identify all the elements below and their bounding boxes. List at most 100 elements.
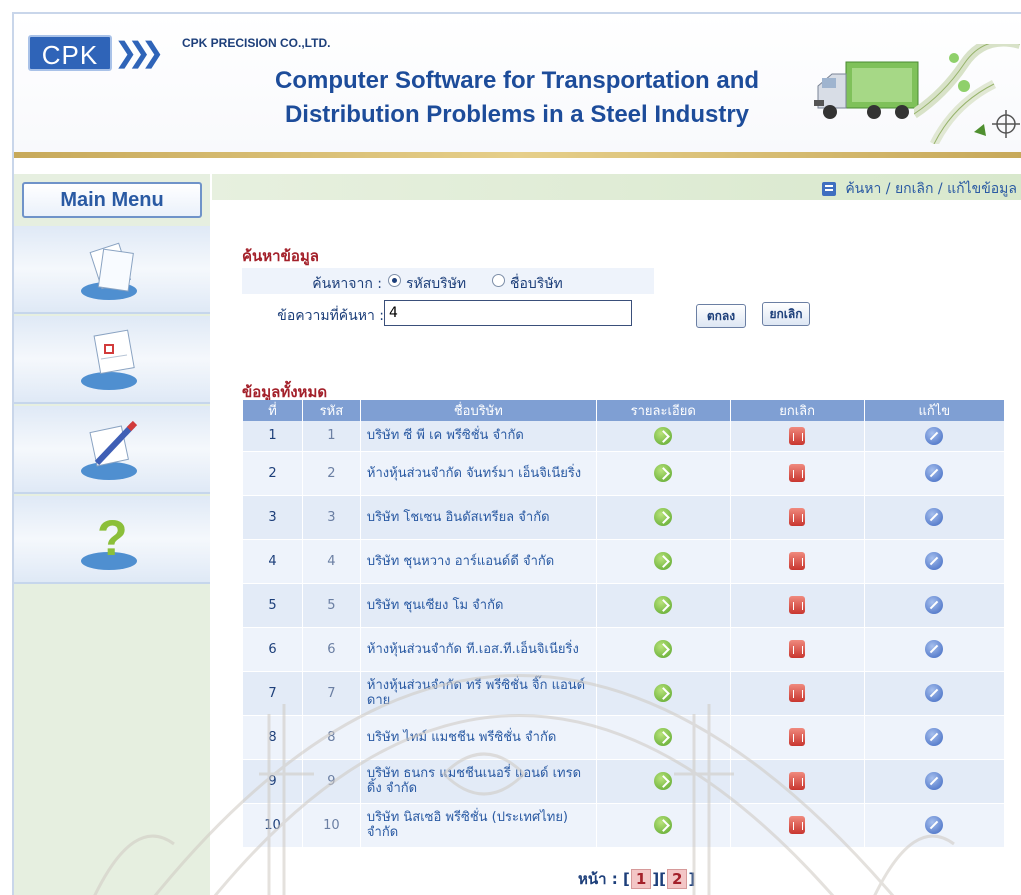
delete-trash-icon[interactable] (789, 426, 806, 445)
table-row: 9 9 บริษัท ธนกร แมชชีนเนอรี่ แอนด์ เทรดด… (242, 759, 1004, 804)
header-banner: CPK ❯❯❯ CPK PRECISION CO.,LTD. Computer … (14, 14, 1021, 152)
delete-trash-icon[interactable] (789, 772, 806, 790)
details-arrow-icon[interactable] (654, 464, 673, 482)
cell-code: 1 (301, 421, 361, 452)
main-content: ค้นหา / ยกเลิก / แก้ไขข้อมูล ค้นหาข้อมูล… (212, 174, 1021, 895)
cell-code: 7 (301, 671, 361, 716)
cell-company-name: บริษัท ไทม์ แมชชีน พรีซิชั่น จำกัด (359, 715, 597, 760)
delete-trash-icon[interactable] (789, 552, 806, 570)
radio-company-code-label[interactable]: รหัสบริษัท (406, 273, 466, 295)
table-row: 4 4 บริษัท ชุนหวาง อาร์แอนด์ดี จำกัด (242, 539, 1004, 584)
search-query-label: ข้อความที่ค้นหา : (277, 308, 384, 324)
edit-pencil-icon[interactable] (925, 772, 944, 790)
delete-trash-icon[interactable] (789, 684, 806, 702)
page-icon (822, 182, 837, 196)
edit-pencil-icon[interactable] (925, 640, 944, 658)
details-arrow-icon[interactable] (654, 552, 673, 570)
company-table: ที่ รหัส ชื่อบริษัท รายละเอียด ยกเลิก แก… (242, 400, 1004, 848)
delete-trash-icon[interactable] (789, 728, 806, 746)
edit-pencil-icon[interactable] (925, 508, 944, 526)
edit-pencil-icon[interactable] (925, 426, 944, 445)
radio-company-name-label[interactable]: ชื่อบริษัท (510, 273, 563, 295)
calendar-icon (81, 329, 137, 390)
delete-trash-icon[interactable] (789, 464, 806, 482)
search-input[interactable] (384, 300, 632, 326)
details-arrow-icon[interactable] (654, 596, 673, 614)
breadcrumb-bar: ค้นหา / ยกเลิก / แก้ไขข้อมูล (212, 174, 1021, 200)
table-row: 8 8 บริษัท ไทม์ แมชชีน พรีซิชั่น จำกัด (242, 715, 1004, 760)
edit-pencil-icon[interactable] (925, 684, 944, 702)
header-divider (14, 152, 1021, 158)
radio-company-code[interactable] (388, 274, 401, 287)
edit-pencil-icon[interactable] (925, 728, 944, 746)
truck-icon (814, 61, 919, 119)
page-link-2[interactable]: 2 (667, 869, 688, 889)
map-compass-icon (914, 44, 1020, 144)
cpk-logo: CPK (28, 35, 112, 71)
cell-company-name: บริษัท ซี พี เค พรีซิชั่น จำกัด (359, 421, 597, 452)
table-row: 10 10 บริษัท นิสเซอิ พรีซิชั่น (ประเทศไท… (242, 803, 1004, 848)
pagination: หน้า : [1][2] (578, 869, 696, 889)
details-arrow-icon[interactable] (654, 728, 673, 746)
sidebar: Main Menu ? (14, 174, 210, 895)
details-arrow-icon[interactable] (654, 816, 673, 834)
cancel-button[interactable]: ยกเลิก (762, 302, 810, 326)
sidebar-item-search[interactable] (14, 226, 210, 314)
table-row: 2 2 ห้างหุ้นส่วนจำกัด จันทร์มา เอ็นจิเนี… (242, 451, 1004, 496)
cell-code: 6 (301, 627, 361, 672)
search-from-row: ค้นหาจาก : รหัสบริษัท ชื่อบริษัท (242, 268, 654, 294)
pencil-edit-icon (81, 420, 138, 480)
cell-company-name: บริษัท ชุนหวาง อาร์แอนด์ดี จำกัด (359, 539, 597, 584)
header-edit: แก้ไข (863, 400, 1004, 421)
cell-code: 2 (301, 451, 361, 496)
help-icon: ? (81, 510, 137, 570)
sidebar-item-edit[interactable] (14, 406, 210, 494)
cell-no: 8 (242, 715, 303, 760)
sidebar-item-help[interactable]: ? (14, 496, 210, 584)
cell-code: 3 (301, 495, 361, 540)
header-details: รายละเอียด (595, 400, 731, 421)
details-arrow-icon[interactable] (654, 772, 673, 790)
cell-no: 6 (242, 627, 303, 672)
app-title: Computer Software for Transportation and… (232, 64, 802, 132)
header-delete: ยกเลิก (729, 400, 865, 421)
ok-button[interactable]: ตกลง (696, 304, 746, 328)
breadcrumb-text[interactable]: ค้นหา / ยกเลิก / แก้ไขข้อมูล (845, 178, 1017, 200)
cell-code: 4 (301, 539, 361, 584)
cell-company-name: บริษัท นิสเซอิ พรีซิชั่น (ประเทศไทย) จำก… (359, 803, 597, 848)
delete-trash-icon[interactable] (789, 640, 806, 658)
delete-trash-icon[interactable] (789, 816, 806, 834)
company-name: CPK PRECISION CO.,LTD. (182, 36, 331, 50)
edit-pencil-icon[interactable] (925, 552, 944, 570)
cell-no: 4 (242, 539, 303, 584)
document-search-icon (81, 242, 137, 300)
pager-label: หน้า : (578, 870, 618, 888)
radio-company-name[interactable] (492, 274, 505, 287)
cell-company-name: ห้างหุ้นส่วนจำกัด ทรี พรีซิชั่น จิ๊ก แอน… (359, 671, 597, 716)
details-arrow-icon[interactable] (654, 426, 673, 445)
edit-pencil-icon[interactable] (925, 816, 944, 834)
table-row: 3 3 บริษัท โชเซน อินดัสเทรียล จำกัด (242, 495, 1004, 540)
table-header-row: ที่ รหัส ชื่อบริษัท รายละเอียด ยกเลิก แก… (242, 400, 1004, 421)
delete-trash-icon[interactable] (789, 596, 806, 614)
sidebar-item-calendar[interactable] (14, 316, 210, 404)
search-section-title: ค้นหาข้อมูล (242, 247, 319, 265)
edit-pencil-icon[interactable] (925, 596, 944, 614)
cell-company-name: บริษัท ธนกร แมชชีนเนอรี่ แอนด์ เทรดดิ้ง … (359, 759, 597, 804)
cell-no: 3 (242, 495, 303, 540)
main-menu-title: Main Menu (22, 182, 202, 218)
logo-arrows-icon: ❯❯❯ (114, 36, 164, 69)
details-arrow-icon[interactable] (654, 684, 673, 702)
cell-code: 8 (301, 715, 361, 760)
page-link-1[interactable]: 1 (630, 869, 652, 889)
delete-trash-icon[interactable] (789, 508, 806, 526)
table-row: 6 6 ห้างหุ้นส่วนจำกัด ที.เอส.ที.เอ็นจิเน… (242, 627, 1004, 672)
header-company-name: ชื่อบริษัท (359, 400, 597, 421)
header-code: รหัส (301, 400, 361, 421)
cell-no: 9 (242, 759, 303, 804)
details-arrow-icon[interactable] (654, 640, 673, 658)
edit-pencil-icon[interactable] (925, 464, 944, 482)
details-arrow-icon[interactable] (654, 508, 673, 526)
cell-code: 10 (301, 803, 361, 848)
cell-code: 5 (301, 583, 361, 628)
